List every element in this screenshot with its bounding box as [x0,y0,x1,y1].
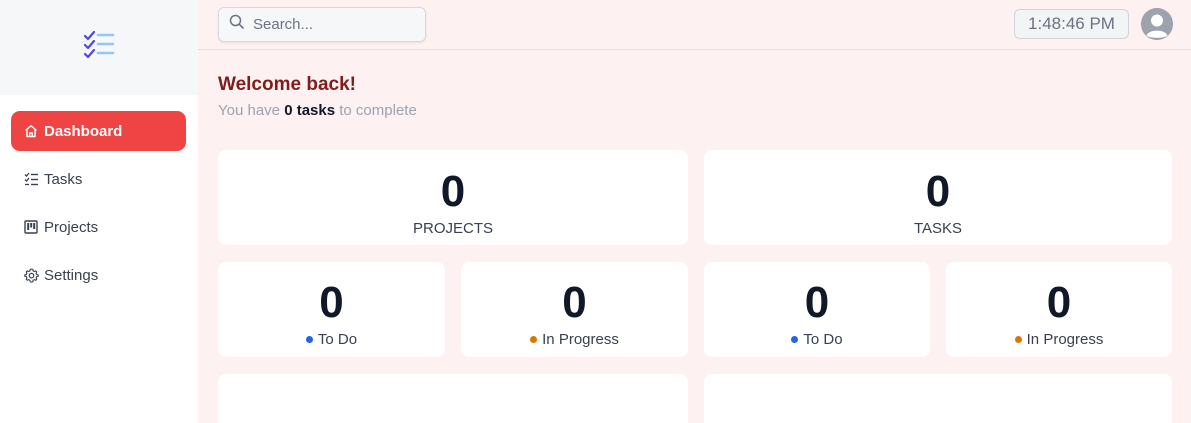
sidebar-item-projects[interactable]: Projects [11,207,186,247]
clock-display: 1:48:46 PM [1014,9,1129,39]
sidebar-item-label: Tasks [44,170,83,188]
search-box[interactable] [218,7,426,42]
tasks-chart-panel [704,374,1172,423]
status-dot-icon [305,336,313,343]
projects-label: PROJECTS [412,220,493,237]
app-logo-icon[interactable] [83,30,115,65]
sidebar-item-label: Projects [44,218,99,236]
welcome-subtitle: You have 0 tasks to complete [218,102,417,119]
status-label: In Progress [1026,331,1104,348]
projects-count: 0 [440,167,466,216]
status-dot-icon [530,336,538,343]
projects-todo-card: 0 To Do [218,262,445,357]
status-count: 0 [1046,278,1072,327]
status-dot-icon [1014,336,1022,343]
subtitle-suffix: to complete [339,102,417,119]
logo-area [0,0,198,95]
sidebar-item-label: Dashboard [44,122,123,140]
gear-icon [23,267,39,283]
subtitle-unit: tasks [296,102,336,119]
user-avatar-icon [1141,8,1173,40]
tasks-count: 0 [925,167,951,216]
projects-in-progress-card: 0 In Progress [461,262,688,357]
tasks-in-progress-card: 0 In Progress [946,262,1172,357]
status-label: To Do [317,331,358,348]
page-title: Welcome back! [218,74,356,95]
status-dot-icon [791,336,799,343]
subtitle-prefix: You have [218,102,281,119]
sidebar-item-label: Settings [44,266,99,284]
status-label: In Progress [542,331,619,348]
search-input[interactable] [253,16,413,33]
search-icon [229,14,245,35]
status-count: 0 [319,278,344,327]
kanban-icon [23,219,39,235]
projects-stat-card: 0 PROJECTS [218,150,688,245]
avatar[interactable] [1141,8,1173,40]
task-count: 0 [284,102,293,119]
status-count: 0 [804,278,830,327]
sidebar: Dashboard Tasks Projects Settings [0,0,198,423]
tasks-todo-card: 0 To Do [704,262,930,357]
sidebar-item-dashboard[interactable]: Dashboard [11,111,186,151]
top-header: 1:48:46 PM [198,0,1191,50]
tasks-label: TASKS [913,220,963,237]
projects-chart-panel [218,374,688,423]
sidebar-item-settings[interactable]: Settings [11,255,186,295]
sidebar-item-tasks[interactable]: Tasks [11,159,186,199]
status-label: To Do [803,331,843,348]
tasks-stat-card: 0 TASKS [704,150,1172,245]
home-icon [23,123,39,139]
status-count: 0 [562,278,587,327]
task-list-icon [23,171,39,187]
